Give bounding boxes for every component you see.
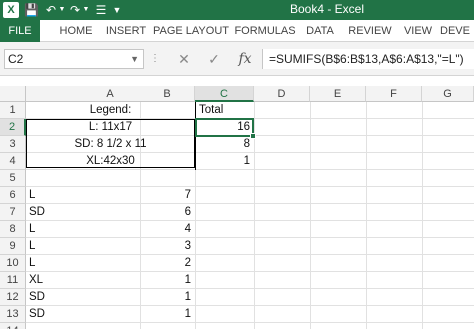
cell-a4[interactable]: XL:42x30 (26, 153, 195, 170)
cell-b7[interactable]: 6 (140, 204, 195, 221)
cell-b6[interactable]: 7 (140, 187, 195, 204)
redo-icon[interactable]: ↷ (68, 1, 82, 19)
cell-b12[interactable]: 1 (140, 289, 195, 306)
tab-insert[interactable]: INSERT (104, 20, 148, 42)
tab-formulas[interactable]: FORMULAS (234, 20, 296, 42)
cell-c3[interactable]: 8 (196, 136, 254, 153)
cell-b11[interactable]: 1 (140, 272, 195, 289)
undo-icon[interactable]: ↶ (44, 1, 58, 19)
tab-page-layout[interactable]: PAGE LAYOUT (152, 20, 230, 42)
name-box-value: C2 (8, 52, 24, 66)
tab-review[interactable]: REVIEW (344, 20, 396, 42)
chevron-down-icon[interactable]: ▼ (130, 50, 139, 68)
row-header-11[interactable]: 11 (0, 272, 26, 289)
row-header-3[interactable]: 3 (0, 136, 26, 153)
formula-bar: C2 ▼ ⋮ ✕ ✓ fx =SUMIFS(B$6:B$13,A$6:A$13,… (0, 42, 474, 76)
tab-data[interactable]: DATA (300, 20, 340, 42)
cell-a7[interactable]: SD (26, 204, 140, 221)
formula-input[interactable]: =SUMIFS(B$6:B$13,A$6:A$13,"=L") (262, 49, 474, 69)
cancel-icon[interactable]: ✕ (174, 50, 194, 68)
tab-file[interactable]: FILE (0, 20, 40, 42)
active-cell-selection (195, 118, 254, 137)
cell-c4[interactable]: 1 (196, 153, 254, 170)
insert-function-icon[interactable]: fx (234, 50, 256, 68)
column-header-e[interactable]: E (310, 86, 366, 102)
tab-developer[interactable]: DEVE (440, 20, 474, 42)
row-header-5[interactable]: 5 (0, 170, 26, 187)
row-header-4[interactable]: 4 (0, 153, 26, 170)
cell-a8[interactable]: L (26, 221, 140, 238)
row-header-1[interactable]: 1 (0, 102, 26, 119)
gridline (310, 102, 311, 329)
enter-icon[interactable]: ✓ (204, 50, 224, 68)
cell-a2[interactable]: L: 11x17 (26, 119, 195, 136)
row-header-6[interactable]: 6 (0, 187, 26, 204)
customize-icon[interactable]: ▼ (112, 1, 122, 19)
excel-app-icon[interactable]: X (3, 2, 19, 18)
cell-a12[interactable]: SD (26, 289, 140, 306)
cell-a10[interactable]: L (26, 255, 140, 272)
cell-a6[interactable]: L (26, 187, 140, 204)
column-header-g[interactable]: G (422, 86, 474, 102)
title-bar: X 💾 ↶ ▼ ↷ ▼ ☰ ▼ Book4 - Excel (0, 0, 474, 20)
name-box[interactable]: C2 ▼ (4, 49, 144, 69)
ribbon-tabs: FILE HOME INSERT PAGE LAYOUT FORMULAS DA… (0, 20, 474, 42)
cell-b9[interactable]: 3 (140, 238, 195, 255)
cell-a3[interactable]: SD: 8 1/2 x 11 (26, 136, 195, 153)
cell-c1[interactable]: Total (196, 102, 254, 119)
tab-view[interactable]: VIEW (400, 20, 436, 42)
row-header-8[interactable]: 8 (0, 221, 26, 238)
tab-home[interactable]: HOME (54, 20, 98, 42)
row-header-14[interactable]: 14 (0, 323, 26, 329)
cell-b8[interactable]: 4 (140, 221, 195, 238)
column-header-b[interactable]: B (140, 86, 195, 102)
select-all-corner[interactable] (0, 86, 26, 102)
cell-a1[interactable]: Legend: (26, 102, 195, 119)
gridline (422, 102, 423, 329)
cell-a13[interactable]: SD (26, 306, 140, 323)
row-header-2[interactable]: 2 (0, 119, 26, 136)
column-header-d[interactable]: D (254, 86, 310, 102)
gridline (366, 102, 367, 329)
row-header-13[interactable]: 13 (0, 306, 26, 323)
column-header-f[interactable]: F (366, 86, 422, 102)
cell-a11[interactable]: XL (26, 272, 140, 289)
cell-b13[interactable]: 1 (140, 306, 195, 323)
cell-a9[interactable]: L (26, 238, 140, 255)
window-title: Book4 - Excel (289, 2, 365, 16)
row-header-10[interactable]: 10 (0, 255, 26, 272)
undo-dropdown-icon[interactable]: ▼ (58, 1, 66, 19)
save-icon[interactable]: 💾 (24, 1, 39, 19)
row-header-7[interactable]: 7 (0, 204, 26, 221)
cell-b10[interactable]: 2 (140, 255, 195, 272)
fill-handle[interactable] (250, 133, 256, 139)
more-options-icon: ⋮ (150, 53, 160, 64)
touch-mode-icon[interactable]: ☰ (94, 1, 108, 19)
spreadsheet-grid[interactable]: A B B C D E F G 1 2 3 4 5 6 7 8 9 10 11 … (0, 86, 474, 329)
row-header-9[interactable]: 9 (0, 238, 26, 255)
column-header-c[interactable]: C (195, 86, 254, 102)
row-header-12[interactable]: 12 (0, 289, 26, 306)
redo-dropdown-icon[interactable]: ▼ (82, 1, 90, 19)
